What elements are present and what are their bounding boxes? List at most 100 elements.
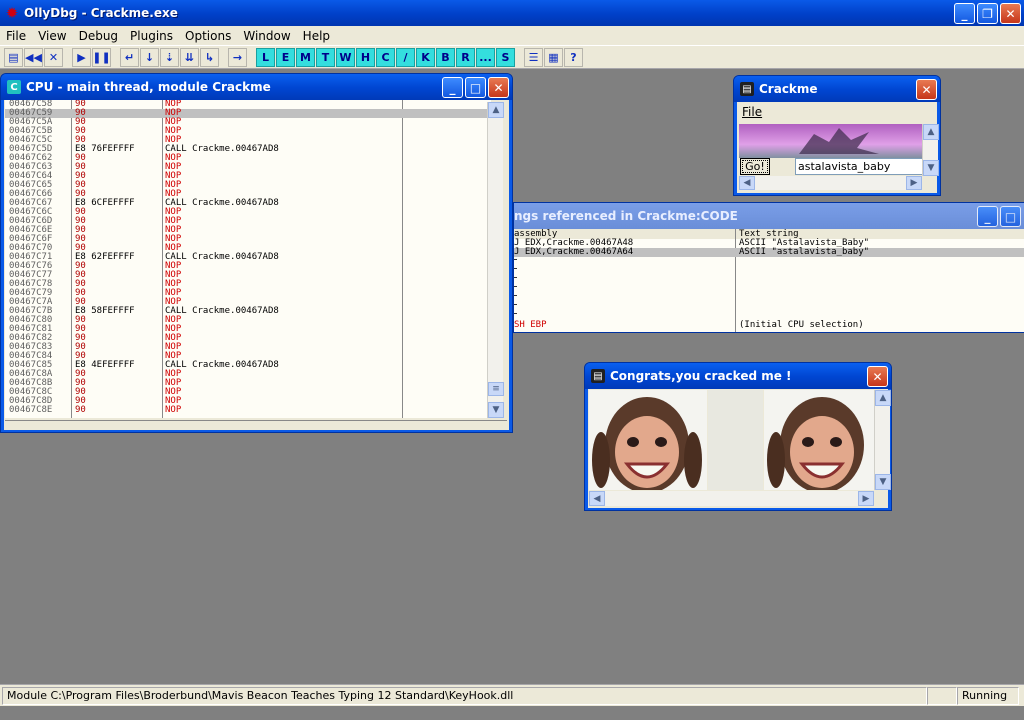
congrats-app-icon: ▤	[591, 369, 605, 383]
step-into-icon[interactable]: ↵	[120, 47, 139, 67]
pause-icon[interactable]: ❚❚	[92, 47, 111, 67]
close-button[interactable]: ✕	[1000, 3, 1021, 24]
execute-till-return-icon[interactable]: ↳	[200, 47, 219, 67]
trace-into-icon[interactable]: ⇣	[160, 47, 179, 67]
status-running: Running	[957, 686, 1019, 705]
serial-input[interactable]: astalavista_baby	[795, 158, 923, 175]
toolbar-w-button[interactable]: W	[336, 47, 355, 67]
strings-window[interactable]: ngs referenced in Crackme:CODE _ □ assem…	[513, 202, 1024, 333]
row-address: 00467C8E	[9, 405, 53, 415]
row-marker	[514, 277, 517, 278]
cpu-window-title: CPU - main thread, module Crackme	[26, 80, 271, 94]
dragon-banner-image	[739, 124, 922, 158]
cpu-maximize-button[interactable]: □	[465, 77, 486, 98]
string-text: (Initial CPU selection)	[739, 320, 864, 330]
menu-item-window[interactable]: Window	[237, 29, 296, 43]
go-button[interactable]: Go!	[740, 158, 770, 175]
toolbar-c-button[interactable]: C	[376, 47, 395, 67]
help-icon[interactable]: ?	[564, 47, 583, 67]
congrats-close-button[interactable]: ✕	[867, 366, 888, 387]
scroll-thumb[interactable]: ≡	[488, 382, 504, 396]
menu-item-help[interactable]: Help	[297, 29, 336, 43]
scroll-right-icon[interactable]: ▶	[858, 491, 874, 506]
scroll-left-icon[interactable]: ◀	[589, 491, 605, 506]
toolbar-s-button[interactable]: S	[496, 47, 515, 67]
strings-window-title-bar[interactable]: ngs referenced in Crackme:CODE _ □	[514, 203, 1024, 229]
congrats-window[interactable]: ▤ Congrats,you cracked me ! ✕ ▲ ▼ ◀ ▶	[584, 362, 892, 511]
crackme-title: Crackme	[759, 82, 818, 96]
status-bar: Module C:\Program Files\Broderbund\Mavis…	[0, 684, 1024, 706]
open-icon[interactable]: ▤	[4, 47, 23, 67]
strings-maximize-button[interactable]: □	[1000, 206, 1021, 227]
cpu-close-button[interactable]: ✕	[488, 77, 509, 98]
crackme-menu-file[interactable]: File	[742, 105, 762, 119]
menu-item-plugins[interactable]: Plugins	[124, 29, 179, 43]
face-image-left	[589, 390, 707, 490]
congrats-scrollbar[interactable]: ▲ ▼	[874, 390, 891, 490]
cpu-scrollbar[interactable]: ▲ ≡ ▼	[487, 102, 504, 418]
trace-over-icon[interactable]: ⇊	[180, 47, 199, 67]
menu-item-debug[interactable]: Debug	[73, 29, 124, 43]
scroll-up-icon[interactable]: ▲	[488, 102, 504, 118]
minimize-button[interactable]: _	[954, 3, 975, 24]
strings-list[interactable]: J EDX,Crackme.00467A48 ASCII "Astalavista…	[514, 239, 1024, 332]
string-row[interactable]: J EDX,Crackme.00467A64 ASCII "astalavista…	[514, 248, 1024, 257]
crackme-title-bar[interactable]: ▤ Crackme ✕	[734, 76, 940, 102]
congrats-title-bar[interactable]: ▤ Congrats,you cracked me ! ✕	[585, 363, 891, 389]
scroll-left-icon[interactable]: ◀	[739, 176, 755, 190]
restore-button[interactable]: ❐	[977, 3, 998, 24]
list-icon[interactable]: ☰	[524, 47, 543, 67]
restart-icon[interactable]: ◀◀	[24, 47, 43, 67]
cpu-window[interactable]: C CPU - main thread, module Crackme _ □ …	[0, 73, 513, 433]
toolbar-b-button[interactable]: B	[436, 47, 455, 67]
disassembly-row[interactable]: 00467C8E 90 NOP	[5, 406, 491, 415]
scroll-right-icon[interactable]: ▶	[906, 176, 922, 190]
cpu-window-icon: C	[7, 80, 21, 94]
goto-icon[interactable]: →	[228, 47, 247, 67]
row-marker	[514, 286, 517, 287]
congrats-title: Congrats,you cracked me !	[610, 369, 792, 383]
toolbar-ellipsis-button[interactable]: ...	[476, 47, 495, 67]
step-over-icon[interactable]: ↓	[140, 47, 159, 67]
row-instruction: CALL Crackme.00467AD8	[165, 144, 279, 154]
row-marker	[514, 304, 517, 305]
scroll-down-icon[interactable]: ▼	[488, 402, 504, 418]
menu-item-file[interactable]: File	[0, 29, 32, 43]
menu-item-options[interactable]: Options	[179, 29, 237, 43]
cpu-minimize-button[interactable]: _	[442, 77, 463, 98]
row-marker	[514, 268, 517, 269]
close-program-icon[interactable]: ✕	[44, 47, 63, 67]
toolbar-l-button[interactable]: L	[256, 47, 275, 67]
string-row[interactable]: SH EBP (Initial CPU selection)	[514, 321, 1024, 330]
app-title-bar[interactable]: ✹ OllyDbg - Crackme.exe _ ❐ ✕	[0, 0, 1024, 26]
scroll-up-icon[interactable]: ▲	[875, 390, 891, 406]
disassembly-list[interactable]: 00467C58 90 NOP 00467C59 90 NOP 00467C5A 90 NOP 0…	[5, 100, 491, 418]
toolbar-e-button[interactable]: E	[276, 47, 295, 67]
toolbar-h-button[interactable]: H	[356, 47, 375, 67]
strings-minimize-button[interactable]: _	[977, 206, 998, 227]
scroll-down-icon[interactable]: ▼	[923, 160, 939, 176]
scroll-up-icon[interactable]: ▲	[923, 124, 939, 140]
row-instruction: NOP	[165, 405, 182, 415]
crackme-hscrollbar[interactable]: ◀ ▶	[739, 176, 922, 190]
crackme-scrollbar[interactable]: ▲ ▼	[922, 124, 939, 176]
toolbar-slash-button[interactable]: /	[396, 47, 415, 67]
toolbar-k-button[interactable]: K	[416, 47, 435, 67]
row-instruction: CALL Crackme.00467AD8	[165, 198, 279, 208]
crackme-close-button[interactable]: ✕	[916, 79, 937, 100]
run-icon[interactable]: ▶	[72, 47, 91, 67]
crackme-window[interactable]: ▤ Crackme ✕ File Go! astalavista_baby ▲ …	[733, 75, 941, 196]
scroll-down-icon[interactable]: ▼	[875, 474, 891, 490]
toolbar-r-button[interactable]: R	[456, 47, 475, 67]
status-message: Module C:\Program Files\Broderbund\Mavis…	[2, 686, 927, 705]
row-instruction: CALL Crackme.00467AD8	[165, 252, 279, 262]
cpu-window-title-bar[interactable]: C CPU - main thread, module Crackme _ □ …	[1, 74, 512, 100]
row-marker	[514, 313, 517, 314]
congrats-hscrollbar[interactable]: ◀ ▶	[589, 491, 874, 506]
toolbar-m-button[interactable]: M	[296, 47, 315, 67]
menu-bar: File View Debug Plugins Options Window Help	[0, 26, 1024, 45]
toolbar-t-button[interactable]: T	[316, 47, 335, 67]
menu-item-view[interactable]: View	[32, 29, 72, 43]
palette-icon[interactable]: ▦	[544, 47, 563, 67]
toolbar: ▤ ◀◀ ✕ ▶ ❚❚ ↵ ↓ ⇣ ⇊ ↳ → L E M T W H C / K B R... S ☰ ▦?	[0, 45, 1024, 69]
